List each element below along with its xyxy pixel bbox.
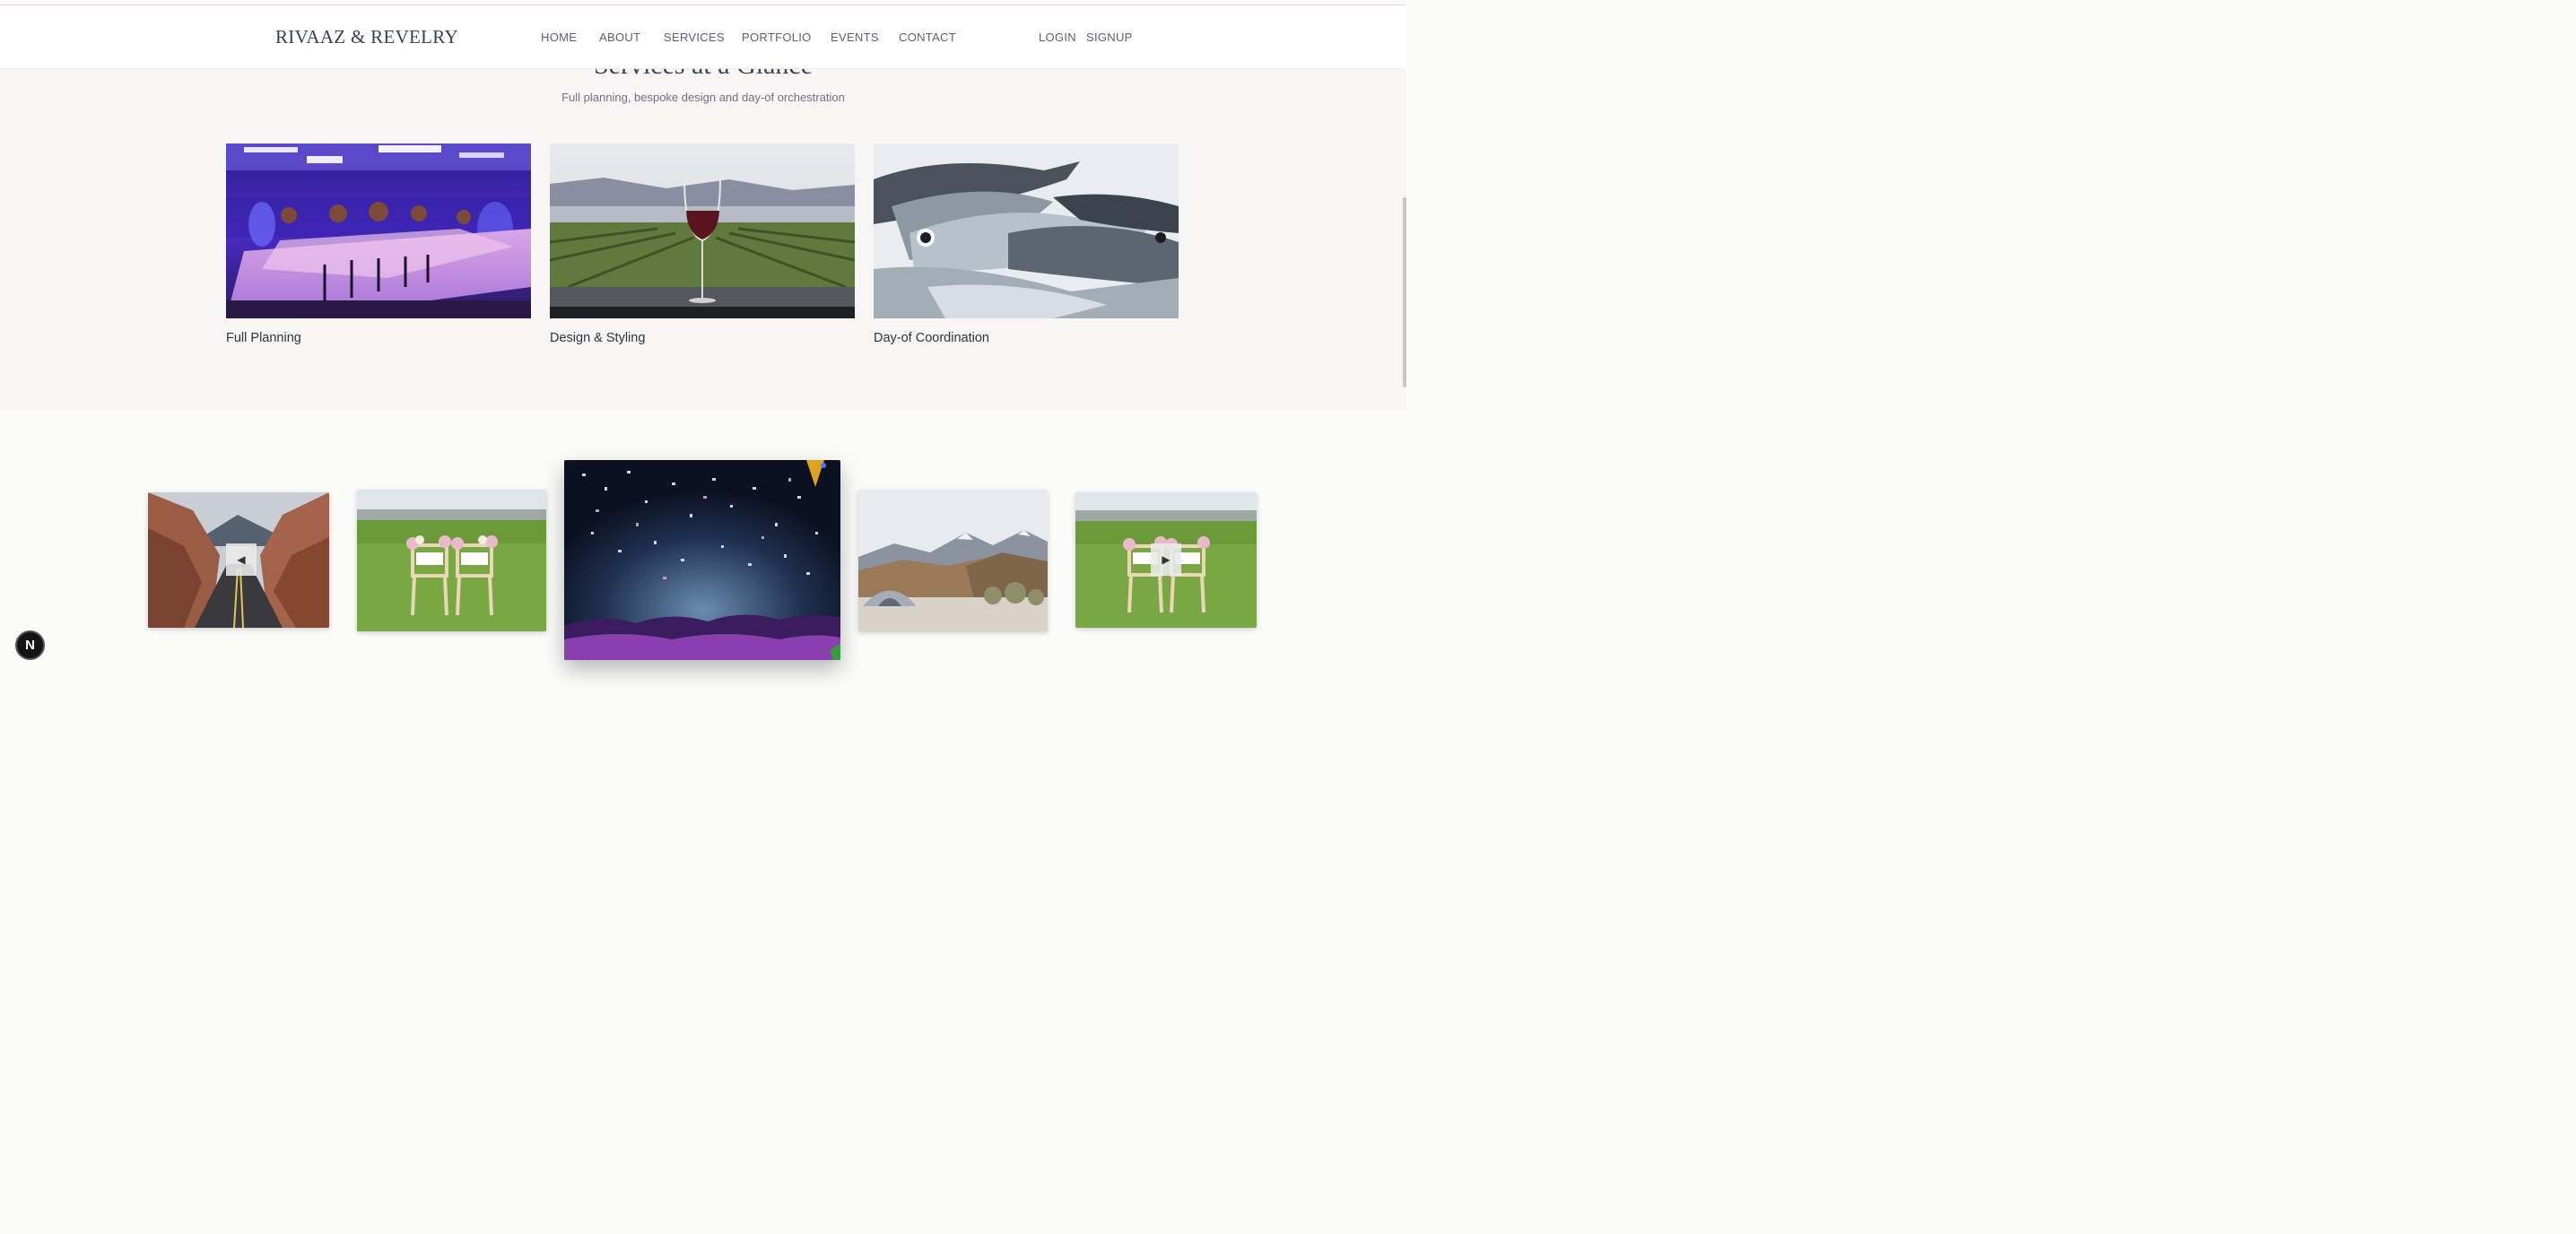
nav-about[interactable]: ABOUT xyxy=(599,30,640,44)
nav-signup[interactable]: SIGNUP xyxy=(1086,30,1133,44)
service-card-design-styling[interactable]: Design & Styling xyxy=(550,143,855,345)
nextjs-dev-badge[interactable]: N xyxy=(15,630,45,660)
top-accent-line xyxy=(0,0,1406,5)
ballroom-image xyxy=(226,143,531,318)
service-card-day-of-coordination[interactable]: Day-of Coordination xyxy=(874,143,1179,345)
n-logo-icon: N xyxy=(25,638,35,653)
chevron-right-icon: ▶ xyxy=(1162,553,1171,566)
nav-contact[interactable]: CONTACT xyxy=(899,30,956,44)
carousel-slide-concert-confetti[interactable] xyxy=(564,460,840,660)
carousel-slide-wedding-chairs[interactable] xyxy=(357,490,546,631)
service-card-label: Day-of Coordination xyxy=(874,331,989,345)
nav-portfolio[interactable]: PORTFOLIO xyxy=(742,30,812,44)
services-subtitle: Full planning, bespoke design and day-of… xyxy=(561,91,845,104)
carousel-next-button[interactable]: ▶ xyxy=(1151,543,1181,576)
brand-logo[interactable]: RIVAAZ & REVELRY xyxy=(275,26,458,48)
nav-home[interactable]: HOME xyxy=(541,30,577,44)
nav-events[interactable]: EVENTS xyxy=(831,30,879,44)
nav-services[interactable]: SERVICES xyxy=(664,30,725,44)
nav-login[interactable]: LOGIN xyxy=(1039,30,1076,44)
carousel-slide-wedding-chairs-2[interactable]: ▶ xyxy=(1075,492,1257,628)
chevron-left-icon: ◀ xyxy=(237,553,246,566)
service-card-full-planning[interactable]: Full Planning xyxy=(226,143,531,345)
page-scrollbar[interactable] xyxy=(1403,197,1406,387)
carousel-prev-button[interactable]: ◀ xyxy=(226,543,257,576)
wine-vineyard-image xyxy=(550,143,855,318)
carousel-slide-canyon-road[interactable]: ◀ xyxy=(148,492,329,628)
carousel-slide-mountain-tent[interactable] xyxy=(858,490,1048,631)
fish-image xyxy=(874,143,1179,318)
site-header: RIVAAZ & REVELRY HOME ABOUT SERVICES POR… xyxy=(0,5,1406,69)
service-card-label: Design & Styling xyxy=(550,331,646,345)
gallery-carousel: ◀ ▶ xyxy=(0,410,1406,673)
service-card-label: Full Planning xyxy=(226,331,301,345)
